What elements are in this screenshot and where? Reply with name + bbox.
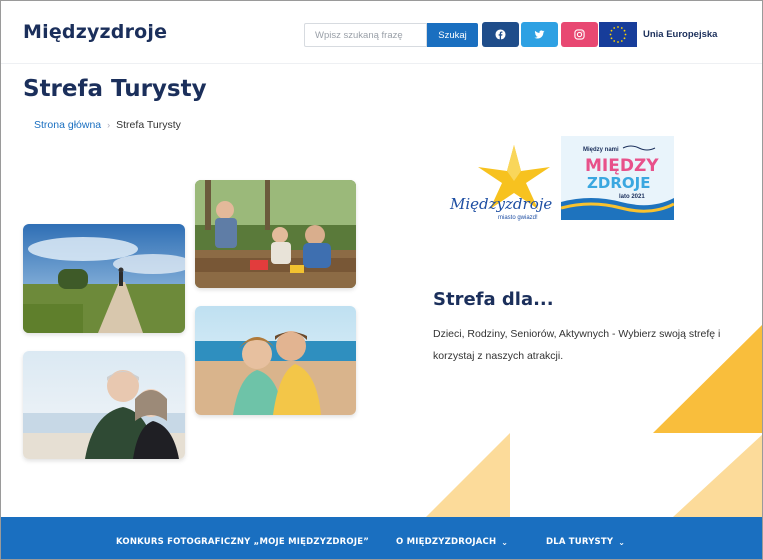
- svg-text:lato 2021: lato 2021: [619, 194, 645, 200]
- nav-item-label: KONKURS FOTOGRAFICZNY „MOJE MIĘDZYZDROJE…: [116, 537, 370, 547]
- photo-beach-family[interactable]: [195, 306, 356, 415]
- svg-text:MIĘDZY: MIĘDZY: [585, 156, 659, 176]
- instagram-button[interactable]: [561, 22, 598, 47]
- facebook-icon: [495, 29, 506, 40]
- eu-link[interactable]: Unia Europejska: [643, 29, 717, 40]
- instagram-icon: [574, 29, 585, 40]
- section-description: Dzieci, Rodziny, Seniorów, Aktywnych - W…: [433, 328, 721, 362]
- nav-item-about[interactable]: O MIĘDZYZDROJACH ⌄: [396, 537, 508, 547]
- section-title: Strefa dla...: [433, 289, 554, 310]
- site-logo[interactable]: Międzyzdroje: [23, 21, 167, 43]
- nav-item-label: O MIĘDZYZDROJACH: [396, 537, 497, 547]
- summer-2021-logo: Między nami MIĘDZY ZDROJE lato 2021: [560, 136, 675, 220]
- photo-runner[interactable]: [23, 224, 185, 333]
- chevron-down-icon: ⌄: [618, 537, 626, 547]
- nav-item-for-tourists[interactable]: DLA TURYSTY ⌄: [546, 537, 625, 547]
- breadcrumb-home[interactable]: Strona główna: [34, 119, 101, 131]
- twitter-button[interactable]: [521, 22, 558, 47]
- nav-item-label: DLA TURYSTY: [546, 537, 614, 547]
- breadcrumb-separator-icon: ›: [107, 120, 111, 130]
- decor-triangle-bottom-right: [673, 434, 762, 517]
- photo-senior-couple[interactable]: [23, 351, 185, 459]
- decor-triangle-bottom-left: [426, 433, 510, 517]
- svg-text:Między nami: Między nami: [583, 147, 619, 153]
- page-frame: Międzyzdroje Szukaj: [0, 0, 763, 560]
- miedzyzdroje-star-logo: Międzyzdroje miasto gwiazd!: [446, 141, 561, 221]
- nav-item-photo-contest[interactable]: KONKURS FOTOGRAFICZNY „MOJE MIĘDZYZDROJE…: [116, 537, 369, 547]
- svg-text:Międzyzdroje: Międzyzdroje: [449, 195, 552, 213]
- svg-text:ZDROJE: ZDROJE: [587, 174, 650, 192]
- site-header: Międzyzdroje Szukaj: [1, 1, 762, 63]
- breadcrumb: Strona główna › Strefa Turysty: [34, 119, 181, 131]
- page-title: Strefa Turysty: [23, 76, 207, 102]
- photo-kids-playing[interactable]: [195, 180, 356, 288]
- twitter-icon: [534, 30, 545, 39]
- facebook-button[interactable]: [482, 22, 519, 47]
- search-button[interactable]: Szukaj: [427, 23, 478, 47]
- eu-flag-icon[interactable]: [599, 22, 637, 47]
- breadcrumb-current: Strefa Turysty: [116, 119, 181, 131]
- svg-text:miasto gwiazd!: miasto gwiazd!: [498, 215, 538, 221]
- chevron-down-icon: ⌄: [501, 537, 509, 547]
- search-input[interactable]: [304, 23, 427, 47]
